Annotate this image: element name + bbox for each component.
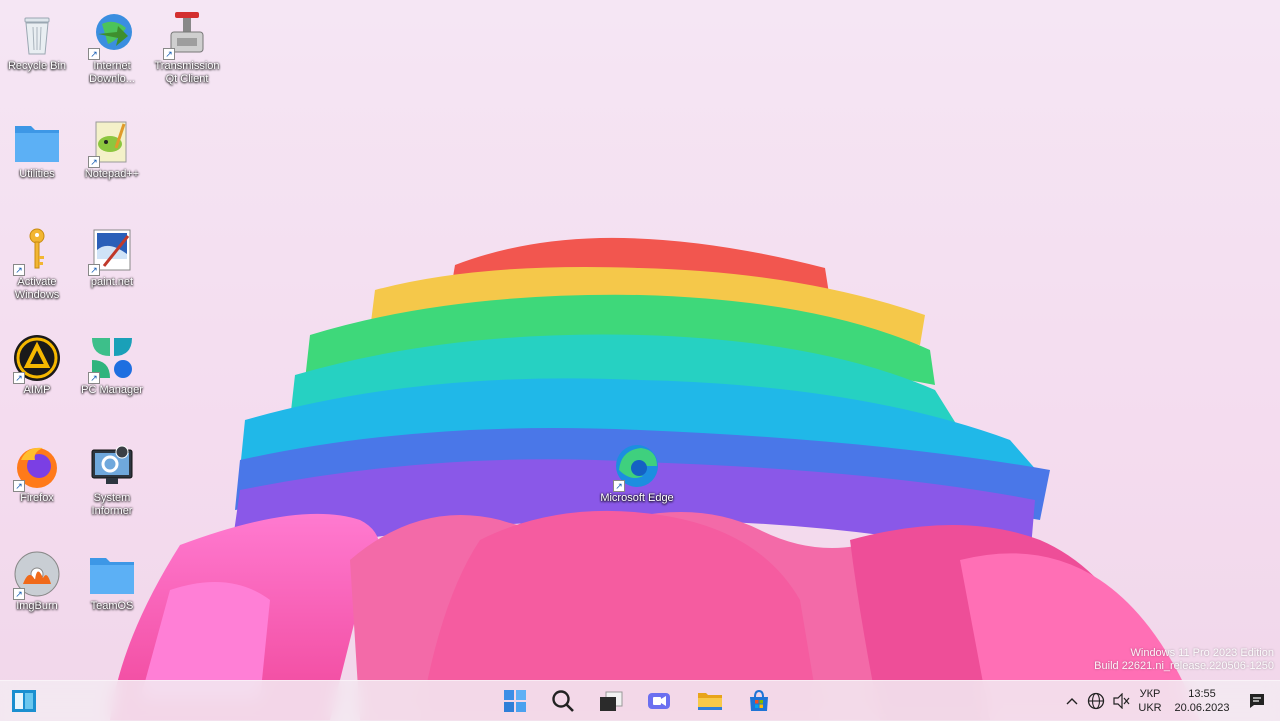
desktop-icon-label: Notepad++: [84, 168, 140, 180]
imgburn-icon: ↗: [13, 550, 61, 600]
desktop-icon-label: System Informer: [91, 492, 133, 517]
desktop-icon-pc-manager[interactable]: ↗ PC Manager: [75, 334, 149, 397]
desktop-icon-label: Utilities: [19, 168, 55, 180]
shortcut-arrow-icon: ↗: [88, 372, 100, 384]
desktop-icon-label: AIMP: [23, 384, 51, 396]
desktop-icon-label: Internet Downlo...: [89, 60, 135, 85]
desktop-icon-system-informer[interactable]: System Informer: [75, 442, 149, 518]
windows-start-icon: [504, 690, 526, 712]
desktop-icon-label: Recycle Bin: [7, 60, 67, 72]
clock-button[interactable]: 13:55 20.06.2023: [1170, 681, 1234, 721]
widgets-button[interactable]: [8, 685, 40, 717]
file-explorer-icon: [698, 693, 722, 710]
microsoft-edge-icon: ↗: [613, 442, 661, 492]
desktop-icon-label: Firefox: [20, 492, 54, 504]
chevron-up-icon: [1066, 698, 1078, 705]
wallpaper-ribbons: [110, 237, 1200, 720]
microsoft-store-icon: [750, 689, 768, 711]
volume-button[interactable]: [1110, 681, 1132, 721]
file-explorer-button[interactable]: [694, 685, 726, 717]
transmission-icon: ↗: [163, 10, 211, 60]
notepad-plus-plus-icon: ↗: [88, 118, 136, 168]
shortcut-arrow-icon: ↗: [13, 264, 25, 276]
teams-chat-icon: [648, 693, 670, 709]
desktop-icon-label: Microsoft Edge: [600, 492, 674, 504]
shortcut-arrow-icon: ↗: [163, 48, 175, 60]
shortcut-arrow-icon: ↗: [88, 264, 100, 276]
shortcut-arrow-icon: ↗: [13, 480, 25, 492]
desktop-icon-activate-windows[interactable]: ↗ Activate Windows: [0, 226, 74, 302]
globe-icon: [1087, 692, 1105, 710]
shortcut-arrow-icon: ↗: [13, 588, 25, 600]
firefox-icon: ↗: [13, 442, 61, 492]
network-button[interactable]: [1085, 681, 1107, 721]
pc-manager-icon: ↗: [88, 334, 136, 384]
show-hidden-icons-button[interactable]: [1062, 681, 1082, 721]
chat-button[interactable]: [643, 685, 675, 717]
desktop-icon-transmission[interactable]: ↗ Transmission Qt Client: [150, 10, 224, 86]
key-icon: ↗: [13, 226, 61, 276]
desktop-icon-label: Transmission Qt Client: [154, 60, 220, 85]
shortcut-arrow-icon: ↗: [88, 48, 100, 60]
watermark-build: Build 22621.ni_release.220506-1250: [1094, 660, 1274, 672]
desktop-icon-paint-net[interactable]: ↗ paint.net: [75, 226, 149, 289]
shortcut-arrow-icon: ↗: [613, 480, 625, 492]
microsoft-store-button[interactable]: [743, 685, 775, 717]
clock-time: 13:55: [1188, 688, 1216, 700]
watermark-edition: Windows 11 Pro 2023 Edition: [1130, 647, 1275, 659]
speaker-muted-icon: [1113, 693, 1130, 709]
desktop-icon-imgburn[interactable]: ↗ ImgBurn: [0, 550, 74, 613]
input-language-button[interactable]: УКР UKR: [1134, 681, 1166, 721]
recycle-bin-icon: [13, 10, 61, 58]
folder-icon: [88, 550, 136, 598]
windows-edition-watermark: Windows 11 Pro 2023 Edition Build 22621.…: [1094, 647, 1274, 673]
search-icon: [552, 690, 574, 712]
shortcut-arrow-icon: ↗: [13, 372, 25, 384]
start-button[interactable]: [499, 685, 531, 717]
shortcut-arrow-icon: ↗: [88, 156, 100, 168]
desktop-icon-firefox[interactable]: ↗ Firefox: [0, 442, 74, 505]
folder-icon: [13, 118, 61, 166]
language-code-native: УКР: [1139, 688, 1161, 700]
desktop-icon-recycle-bin[interactable]: Recycle Bin: [0, 10, 74, 73]
clock-date: 20.06.2023: [1174, 702, 1230, 714]
notification-center-icon: [1250, 694, 1264, 708]
desktop-icon-microsoft-edge[interactable]: ↗ Microsoft Edge: [600, 442, 674, 505]
task-view-icon: [600, 691, 623, 711]
desktop-icon-notepad-plus-plus[interactable]: ↗ Notepad++: [75, 118, 149, 181]
notifications-button[interactable]: [1244, 681, 1270, 721]
task-view-button[interactable]: [595, 685, 627, 717]
language-code-latin: UKR: [1138, 702, 1162, 714]
desktop-icon-label: ImgBurn: [16, 600, 58, 612]
desktop-icon-label: PC Manager: [81, 384, 143, 396]
taskbar: УКР UKR 13:55 20.06.2023: [0, 680, 1280, 721]
paint-net-icon: ↗: [88, 226, 136, 276]
desktop-icon-label: TeamOS: [90, 600, 134, 612]
desktop-icon-utilities[interactable]: Utilities: [0, 118, 74, 181]
system-informer-icon: [88, 442, 136, 490]
desktop-icon-label: Activate Windows: [14, 276, 60, 301]
aimp-icon: ↗: [13, 334, 61, 384]
search-button[interactable]: [547, 685, 579, 717]
desktop-icon-teamos[interactable]: TeamOS: [75, 550, 149, 613]
internet-download-manager-icon: ↗: [88, 10, 136, 60]
desktop-icon-internet-download-manager[interactable]: ↗ Internet Downlo...: [75, 10, 149, 86]
desktop-icon-aimp[interactable]: ↗ AIMP: [0, 334, 74, 397]
widgets-icon: [12, 690, 36, 712]
desktop-icon-label: paint.net: [90, 276, 134, 288]
